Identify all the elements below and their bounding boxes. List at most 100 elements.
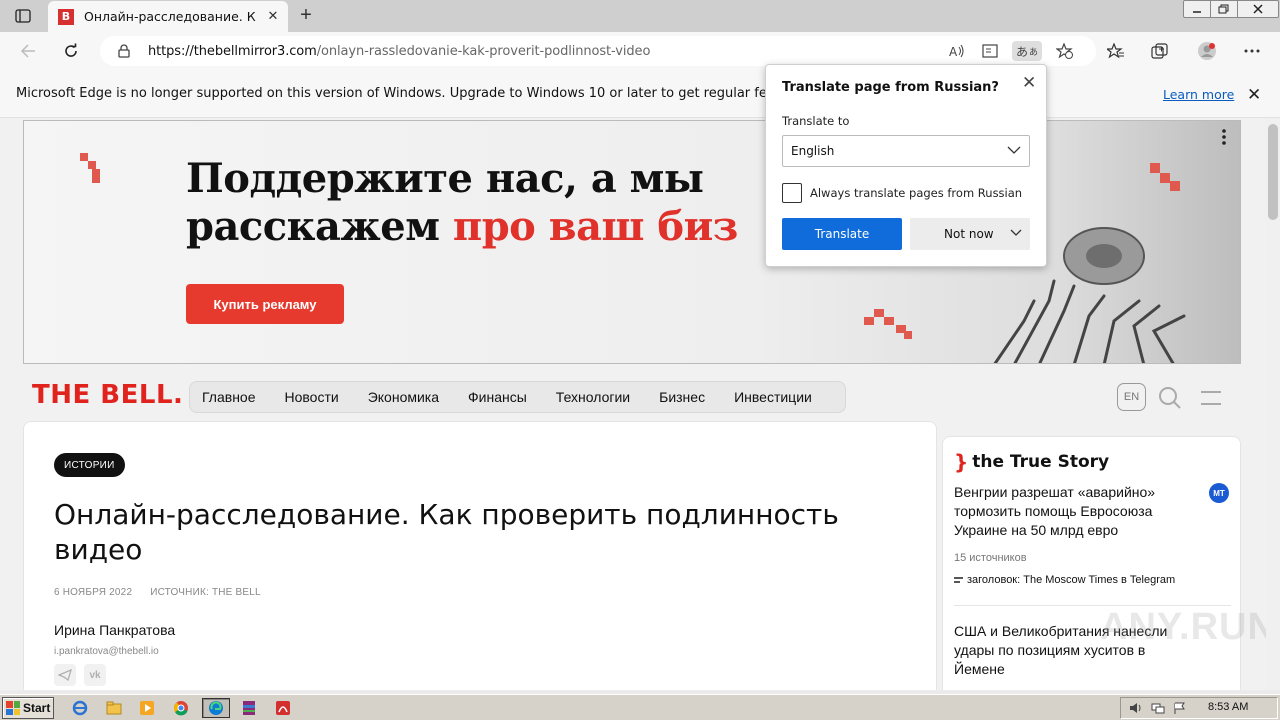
winrar-icon[interactable] (237, 698, 261, 718)
close-window-icon[interactable] (1237, 0, 1279, 18)
new-tab-icon[interactable]: + (296, 5, 316, 25)
volume-icon[interactable] (1129, 702, 1143, 714)
decor-pixel (88, 161, 96, 169)
site-logo[interactable]: THE BELL. (32, 380, 183, 410)
translate-button[interactable]: Translate (782, 218, 902, 250)
decor-pixel (80, 153, 88, 161)
flag-icon[interactable] (1173, 702, 1185, 714)
nav-link-finance[interactable]: Финансы (468, 389, 527, 405)
sidebar-story-headline[interactable]: Венгрии разрешат «аварийно» тормозить по… (954, 483, 1194, 540)
learn-more-link[interactable]: Learn more (1163, 87, 1234, 102)
decor-pixel (884, 317, 894, 325)
translate-popup: Translate page from Russian? ✕ Translate… (765, 64, 1047, 267)
acrobat-icon[interactable] (271, 698, 295, 718)
minimize-window-icon[interactable] (1183, 0, 1211, 18)
watermark: ANY.RUN (1100, 606, 1266, 648)
clock[interactable]: 8:53 AM (1208, 701, 1248, 713)
nav-link-tech[interactable]: Технологии (556, 389, 630, 405)
close-infobar-icon[interactable]: ✕ (1247, 85, 1261, 105)
unsupported-os-infobar: Microsoft Edge is no longer supported on… (0, 70, 1280, 118)
page-scrollbar[interactable] (1266, 118, 1280, 690)
nav-link-main[interactable]: Главное (202, 389, 256, 405)
buy-ad-button[interactable]: Купить рекламу (186, 284, 344, 324)
sources-count[interactable]: 15 источников (954, 552, 1027, 564)
chevron-down-icon[interactable] (1010, 228, 1022, 237)
read-aloud-icon[interactable]: A (946, 41, 968, 61)
menu-icon[interactable] (1199, 386, 1223, 410)
banner-line-1: Поддержите нас, а мы (186, 155, 704, 202)
list-icon (954, 576, 963, 583)
chevron-down-icon (1007, 146, 1021, 154)
windows-taskbar: Start 8:53 AM (0, 694, 1280, 720)
translate-to-label: Translate to (782, 114, 850, 128)
article-title: Онлайн-расследование. Как проверить подл… (54, 498, 839, 566)
article-source: ИСТОЧНИК: THE BELL (150, 587, 261, 598)
search-icon[interactable] (1158, 386, 1182, 410)
decor-pixel (92, 169, 100, 183)
nav-link-economy[interactable]: Экономика (368, 389, 439, 405)
article-card: ИСТОРИИ Онлайн-расследование. Как провер… (23, 421, 937, 690)
media-player-icon[interactable] (135, 698, 159, 718)
story-source: заголовок: The Moscow Times в Telegram (954, 574, 1175, 586)
tab-actions-icon[interactable] (8, 5, 38, 27)
always-translate-label[interactable]: Always translate pages from Russian (810, 186, 1022, 200)
decor-pixel (864, 317, 874, 325)
ad-options-icon[interactable] (1214, 127, 1234, 147)
svg-text:A: A (949, 45, 958, 58)
decor-pixel (1160, 173, 1170, 183)
collections-icon[interactable] (1149, 40, 1171, 62)
scrollbar-thumb[interactable] (1268, 124, 1278, 220)
start-button[interactable]: Start (2, 697, 54, 719)
settings-more-icon[interactable] (1241, 40, 1263, 62)
always-translate-checkbox[interactable] (782, 183, 802, 203)
decor-pixel (1170, 181, 1180, 191)
page-content: Поддержите нас, а мы расскажем про ваш б… (0, 118, 1266, 690)
folder-icon[interactable] (102, 698, 126, 718)
ie-icon[interactable] (68, 698, 92, 718)
true-story-sidebar: } the True Story Венгрии разрешат «авари… (942, 436, 1241, 690)
refresh-icon[interactable] (60, 40, 82, 62)
selected-language: English (791, 144, 835, 158)
banner-line-2: расскажем про ваш биз (186, 203, 738, 250)
author-name[interactable]: Ирина Панкратова (54, 622, 175, 638)
tab-title: Онлайн-расследование. Как пр (84, 9, 256, 24)
category-tag[interactable]: ИСТОРИИ (54, 453, 125, 477)
chrome-icon[interactable] (169, 698, 193, 718)
decor-pixel (1150, 163, 1160, 173)
browser-tab[interactable]: B Онлайн-расследование. Как пр ✕ (48, 1, 288, 32)
browser-toolbar: https://thebellmirror3.com/onlayn-rassle… (0, 32, 1280, 70)
network-icon[interactable] (1151, 702, 1165, 714)
lock-icon[interactable] (118, 44, 130, 63)
close-popup-icon[interactable]: ✕ (1022, 73, 1036, 93)
back-arrow-icon[interactable] (17, 40, 39, 62)
nav-link-investments[interactable]: Инвестиции (734, 389, 812, 405)
url-text: https://thebellmirror3.com/onlayn-rassle… (148, 44, 651, 59)
address-bar[interactable]: https://thebellmirror3.com/onlayn-rassle… (100, 36, 1096, 66)
ad-banner[interactable]: Поддержите нас, а мы расскажем про ваш б… (23, 120, 1241, 364)
vk-icon[interactable]: vk (84, 664, 106, 686)
true-story-logo: } the True Story (954, 450, 1110, 474)
target-language-select[interactable]: English (782, 135, 1030, 167)
language-button[interactable]: EN (1117, 383, 1146, 411)
article-date: 6 НОЯБРЯ 2022 (54, 587, 133, 598)
immersive-reader-icon[interactable] (980, 41, 1002, 61)
telegram-icon[interactable] (54, 664, 76, 686)
title-bar: B Онлайн-расследование. Как пр ✕ + (0, 0, 1280, 32)
edge-icon[interactable] (202, 698, 230, 718)
banner-headline: Поддержите нас, а мы расскажем про ваш б… (186, 155, 738, 251)
add-favorite-icon[interactable] (1054, 41, 1076, 61)
close-tab-icon[interactable]: ✕ (266, 9, 280, 23)
profile-avatar-icon[interactable] (1196, 40, 1218, 62)
restore-window-icon[interactable] (1210, 0, 1238, 18)
infobar-message: Microsoft Edge is no longer supported on… (16, 86, 766, 101)
site-favicon-icon: B (58, 8, 74, 25)
windows-logo-icon (6, 701, 20, 715)
source-badge: MT (1209, 483, 1229, 503)
translate-icon[interactable]: あ​あ (1012, 41, 1042, 61)
author-email[interactable]: i.pankratova@thebell.io (54, 646, 159, 657)
favorites-icon[interactable] (1105, 40, 1127, 62)
nav-link-business[interactable]: Бизнес (659, 389, 705, 405)
popup-title: Translate page from Russian? (782, 80, 999, 95)
nav-link-news[interactable]: Новости (285, 389, 339, 405)
not-now-button[interactable]: Not now (910, 218, 1030, 250)
